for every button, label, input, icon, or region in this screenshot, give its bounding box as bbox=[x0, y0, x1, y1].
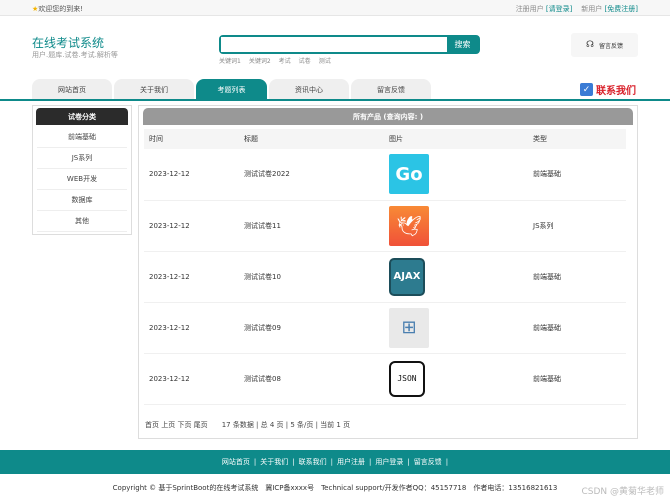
contact-us-link[interactable]: ✓ 联系我们 bbox=[580, 82, 636, 97]
go-logo-icon[interactable]: Go bbox=[389, 154, 429, 195]
row-time: 2023-12-12 bbox=[144, 149, 239, 201]
register-link[interactable]: [免费注册] bbox=[605, 5, 638, 13]
row-type: 前端基础 bbox=[528, 251, 626, 303]
pagination-info: 17 条数据 | 总 4 页 | 5 条/页 | 当前 1 页 bbox=[221, 421, 351, 429]
headset-icon: ☊ bbox=[585, 40, 594, 50]
tab-about[interactable]: 关于我们 bbox=[114, 79, 194, 100]
copyright: Copyright © 基于SprintBoot的在线考试系统 冀ICP备xxx… bbox=[112, 484, 558, 492]
row-title[interactable]: 测试试卷2022 bbox=[239, 149, 384, 201]
table-row[interactable]: 2023-12-12 测试试卷11 🕊 JS系列 bbox=[144, 200, 626, 252]
feedback-button[interactable]: ☊ 留言反馈 bbox=[571, 33, 638, 57]
ajax-logo-icon[interactable]: AJAX bbox=[389, 257, 425, 296]
keyword-link[interactable]: 考试 bbox=[279, 56, 291, 65]
checkbox-icon: ✓ bbox=[580, 83, 593, 96]
keyword-link[interactable]: 测试 bbox=[319, 56, 331, 65]
account-links: 注册用户 [请登录] 新用户 [免费注册] bbox=[515, 5, 638, 13]
main-nav: 网站首页 关于我们 考题列表 资讯中心 留言反馈 bbox=[32, 79, 431, 100]
contact-label: 联系我们 bbox=[596, 86, 636, 97]
pagination: 首页 上页 下页 尾页 17 条数据 | 总 4 页 | 5 条/页 | 当前 … bbox=[145, 420, 350, 430]
row-time: 2023-12-12 bbox=[144, 251, 239, 303]
row-title[interactable]: 测试试卷11 bbox=[239, 200, 384, 252]
footer-link[interactable]: 联系我们 bbox=[299, 457, 327, 467]
sidebar-item-frontend[interactable]: 前端基础 bbox=[37, 127, 127, 148]
keyword-link[interactable]: 关键词2 bbox=[249, 56, 271, 65]
exam-list-panel: 所有产品 (查询内容: ) 时间 标题 图片 类型 2023-12-12 测试试… bbox=[138, 105, 638, 439]
footer-link[interactable]: 关于我们 bbox=[260, 457, 288, 467]
tree-structure-icon[interactable]: ⊞ bbox=[389, 307, 429, 348]
row-time: 2023-12-12 bbox=[144, 302, 239, 354]
keyword-link[interactable]: 关键词1 bbox=[219, 56, 241, 65]
row-type: 前端基础 bbox=[528, 353, 626, 405]
watermark: CSDN @黄菊华老师 bbox=[581, 487, 664, 497]
tab-home[interactable]: 网站首页 bbox=[32, 79, 112, 100]
table-row[interactable]: 2023-12-12 测试试卷08 JSON 前端基础 bbox=[144, 353, 626, 405]
search-bar: 搜索 bbox=[219, 35, 480, 54]
pagination-links[interactable]: 首页 上页 下页 尾页 bbox=[145, 420, 208, 430]
footer-link[interactable]: 用户注册 bbox=[337, 457, 365, 467]
table-row[interactable]: 2023-12-12 测试试卷10 AJAX 前端基础 bbox=[144, 251, 626, 303]
search-input[interactable] bbox=[221, 37, 447, 52]
sidebar-item-other[interactable]: 其他 bbox=[37, 211, 127, 232]
top-bar: ★欢迎您的到来! 注册用户 [请登录] 新用户 [免费注册] bbox=[0, 0, 670, 16]
category-sidebar: 试卷分类 前端基础 JS系列 WEB开发 数据库 其他 bbox=[32, 105, 132, 235]
row-time: 2023-12-12 bbox=[144, 200, 239, 252]
row-title[interactable]: 测试试卷09 bbox=[239, 302, 384, 354]
site-subtitle: 用户.题库.试卷.考试.解析等 bbox=[32, 51, 118, 59]
nav-divider bbox=[0, 99, 670, 101]
table-row[interactable]: 2023-12-12 测试试卷2022 Go 前端基础 bbox=[144, 149, 626, 201]
col-type: 类型 bbox=[528, 129, 626, 149]
row-type: 前端基础 bbox=[528, 149, 626, 201]
site-title: 在线考试系统 bbox=[32, 36, 105, 50]
json-file-icon[interactable]: JSON bbox=[389, 360, 425, 397]
tab-exam-list[interactable]: 考题列表 bbox=[196, 79, 267, 100]
exam-table: 时间 标题 图片 类型 2023-12-12 测试试卷2022 Go 前端基础 … bbox=[144, 129, 626, 405]
footer-nav: 网站首页 | 关于我们 | 联系我们 | 用户注册 | 用户登录 | 留言反馈 … bbox=[0, 450, 670, 474]
footer-link[interactable]: 网站首页 bbox=[222, 457, 250, 467]
tab-news[interactable]: 资讯中心 bbox=[269, 79, 349, 100]
row-type: 前端基础 bbox=[528, 302, 626, 354]
sidebar-item-database[interactable]: 数据库 bbox=[37, 190, 127, 211]
keyword-link[interactable]: 试卷 bbox=[299, 56, 311, 65]
col-time: 时间 bbox=[144, 129, 239, 149]
welcome-text: ★欢迎您的到来! bbox=[32, 5, 84, 13]
row-title[interactable]: 测试试卷10 bbox=[239, 251, 384, 303]
panel-title: 所有产品 (查询内容: ) bbox=[143, 108, 633, 125]
feedback-label: 留言反馈 bbox=[598, 42, 623, 50]
footer-link[interactable]: 用户登录 bbox=[375, 457, 403, 467]
col-image: 图片 bbox=[384, 129, 528, 149]
sidebar-item-js[interactable]: JS系列 bbox=[37, 148, 127, 169]
col-title: 标题 bbox=[239, 129, 384, 149]
row-type: JS系列 bbox=[528, 200, 626, 252]
swift-logo-icon[interactable]: 🕊 bbox=[389, 205, 429, 246]
row-time: 2023-12-12 bbox=[144, 353, 239, 405]
row-title[interactable]: 测试试卷08 bbox=[239, 353, 384, 405]
search-button[interactable]: 搜索 bbox=[447, 37, 478, 52]
tab-feedback[interactable]: 留言反馈 bbox=[351, 79, 431, 100]
table-row[interactable]: 2023-12-12 测试试卷09 ⊞ 前端基础 bbox=[144, 302, 626, 354]
login-link[interactable]: [请登录] bbox=[546, 5, 572, 13]
table-header: 时间 标题 图片 类型 bbox=[144, 129, 626, 149]
sidebar-title: 试卷分类 bbox=[36, 108, 128, 125]
footer-link[interactable]: 留言反馈 bbox=[414, 457, 442, 467]
hot-keywords: 关键词1 关键词2 考试 试卷 测试 bbox=[219, 56, 331, 65]
sidebar-item-web[interactable]: WEB开发 bbox=[37, 169, 127, 190]
